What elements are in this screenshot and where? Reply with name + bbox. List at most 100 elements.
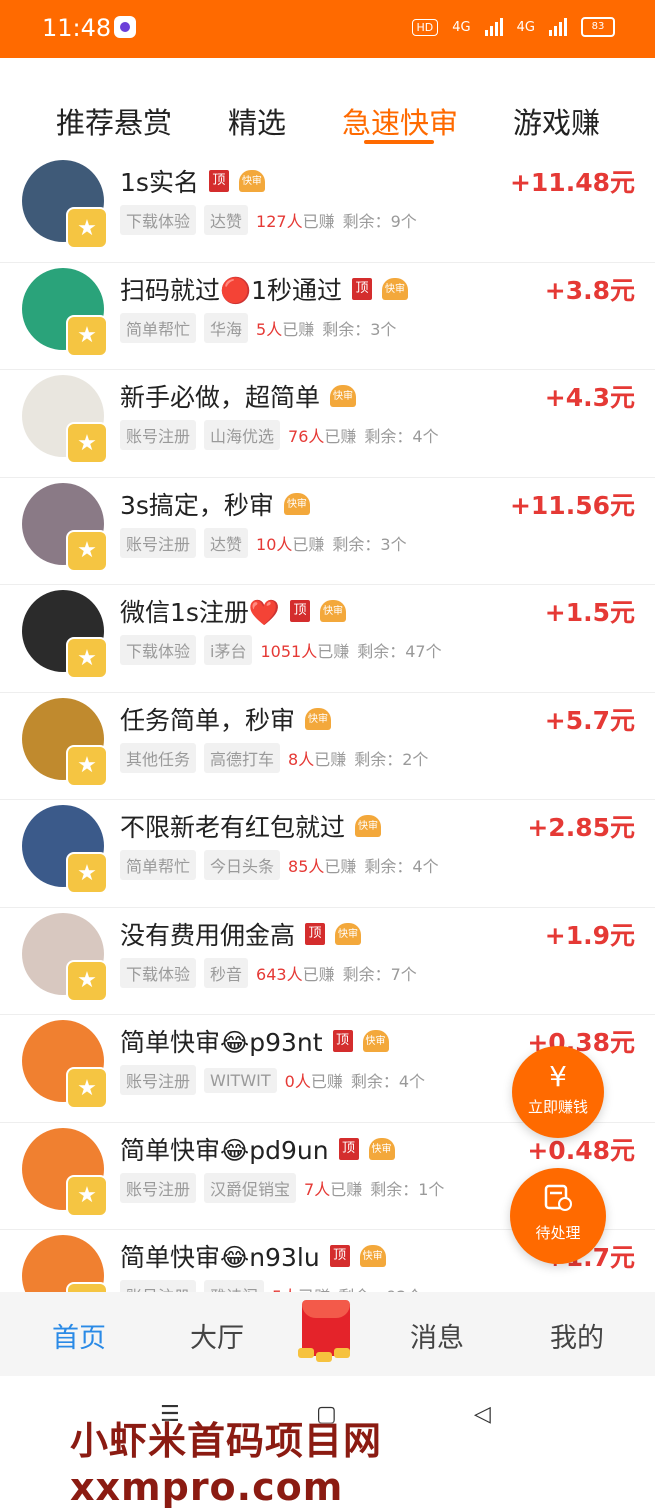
- task-item[interactable]: ★ 微信1s注册❤️ 顶 快审 +1.5元 下载体验 i茅台 1051人已赚 剩…: [0, 585, 655, 693]
- remaining-count: 剩余：9个: [342, 212, 417, 231]
- task-item[interactable]: ★ 扫码就过🔴1秒通过 顶 快审 +3.8元 简单帮忙 华海 5人已赚 剩余：3…: [0, 263, 655, 370]
- remaining-count: 剩余：4个: [350, 1072, 426, 1091]
- fast-review-icon: 快审: [335, 922, 362, 945]
- red-packet-icon[interactable]: [294, 1296, 358, 1364]
- task-category-tag: 下载体验: [120, 205, 197, 235]
- task-title: 没有费用佣金高: [120, 920, 296, 950]
- top-flag-icon: 顶: [208, 170, 229, 192]
- fast-review-icon: 快审: [238, 170, 265, 192]
- remaining-count: 剩余：3个: [332, 534, 407, 554]
- fast-review-icon: 快审: [355, 815, 382, 837]
- earned-count: 127人: [256, 212, 303, 231]
- fast-review-icon: 快审: [362, 1030, 389, 1052]
- task-meta: 简单帮忙 今日头条 85人已赚 剩余：4个: [120, 850, 439, 880]
- star-badge-icon: ★: [66, 1174, 108, 1217]
- pending-label: 待处理: [535, 1224, 581, 1242]
- earn-now-button[interactable]: ¥ 立即赚钱: [512, 1046, 604, 1138]
- pending-button[interactable]: 待处理: [510, 1168, 606, 1264]
- task-meta: 账号注册 达赞 10人已赚 剩余：3个: [120, 527, 407, 558]
- earned-label: 已赚: [310, 1072, 343, 1091]
- status-indicators: HD 4G 4G 83: [411, 17, 615, 37]
- status-time: 11:48: [42, 14, 112, 42]
- nav-home[interactable]: 首页: [52, 1316, 106, 1355]
- task-app-tag: 山海优选: [204, 420, 281, 450]
- top-flag-icon: 顶: [329, 1245, 350, 1267]
- task-meta: 其他任务 高德打车 8人已赚 剩余：2个: [120, 742, 429, 773]
- task-meta: 账号注册 山海优选 76人已赚 剩余：4个: [120, 420, 439, 450]
- task-app-tag: 汉爵促销宝: [204, 1172, 297, 1203]
- task-reward: +1.5元: [544, 598, 635, 627]
- task-meta: 简单帮忙 华海 5人已赚 剩余：3个: [120, 312, 396, 343]
- fast-review-icon: 快审: [330, 385, 357, 407]
- task-reward: +4.3元: [544, 383, 635, 412]
- tab-featured[interactable]: 精选: [228, 100, 286, 142]
- star-badge-icon: ★: [66, 959, 108, 1002]
- nav-messages[interactable]: 消息: [410, 1316, 464, 1355]
- task-item[interactable]: ★ 3s搞定，秒审 快审 +11.56元 账号注册 达赞 10人已赚 剩余：3个: [0, 478, 655, 585]
- remaining-count: 剩余：47个: [357, 642, 442, 661]
- task-app-tag: WITWIT: [204, 1067, 277, 1093]
- star-badge-icon: ★: [66, 207, 108, 249]
- task-item[interactable]: ★ 任务简单，秒审 快审 +5.7元 其他任务 高德打车 8人已赚 剩余：2个: [0, 693, 655, 800]
- remaining-count: 剩余：7个: [342, 964, 417, 984]
- tab-game-earn[interactable]: 游戏赚: [513, 100, 600, 142]
- top-flag-icon: 顶: [290, 600, 311, 622]
- app-notification-icon: [114, 16, 136, 38]
- task-category-tag: 账号注册: [120, 1065, 197, 1095]
- earned-count: 5人: [256, 319, 283, 339]
- title-row: 没有费用佣金高 顶 快审: [120, 916, 362, 952]
- status-bar: 11:48 HD 4G 4G 83: [0, 0, 655, 58]
- task-title: 不限新老有红包就过: [120, 813, 346, 842]
- star-badge-icon: ★: [66, 314, 108, 357]
- fast-review-icon: 快审: [359, 1245, 386, 1267]
- remaining-count: 剩余：2个: [354, 749, 429, 769]
- tab-fast-review[interactable]: 急速快审: [342, 100, 458, 142]
- top-flag-icon: 顶: [352, 277, 373, 300]
- earned-label: 已赚: [282, 319, 315, 339]
- task-meta: 下载体验 i茅台 1051人已赚 剩余：47个: [120, 635, 442, 665]
- task-title: 任务简单，秒审: [120, 705, 296, 735]
- net2-label: 4G: [516, 19, 535, 35]
- title-row: 扫码就过🔴1秒通过 顶 快审: [120, 271, 409, 307]
- star-badge-icon: ★: [66, 422, 108, 464]
- earned-label: 已赚: [330, 1179, 363, 1199]
- task-item[interactable]: ★ 1s实名 顶 快审 +11.48元 下载体验 达赞 127人已赚 剩余：9个: [0, 155, 655, 263]
- task-item[interactable]: ★ 没有费用佣金高 顶 快审 +1.9元 下载体验 秒音 643人已赚 剩余：7…: [0, 908, 655, 1015]
- nav-hall[interactable]: 大厅: [190, 1316, 244, 1355]
- task-category-tag: 其他任务: [120, 742, 197, 773]
- task-title: 简单快审😂p93nt: [120, 1028, 323, 1057]
- category-tabs: 推荐悬赏 精选 急速快审 游戏赚: [0, 58, 655, 154]
- task-app-tag: 华海: [204, 312, 249, 343]
- star-badge-icon: ★: [66, 1067, 108, 1109]
- task-category-tag: 账号注册: [120, 420, 197, 450]
- earned-count: 10人: [256, 534, 293, 554]
- task-app-tag: 达赞: [204, 205, 249, 235]
- task-title: 1s实名: [120, 168, 199, 197]
- nav-profile[interactable]: 我的: [550, 1316, 604, 1355]
- tab-recommended[interactable]: 推荐悬赏: [56, 100, 172, 142]
- signal-icon-2: [549, 18, 567, 36]
- title-row: 微信1s注册❤️ 顶 快审: [120, 593, 347, 629]
- task-category-tag: 简单帮忙: [120, 312, 197, 343]
- top-flag-icon: 顶: [338, 1137, 359, 1160]
- star-badge-icon: ★: [66, 529, 108, 572]
- fast-review-icon: 快审: [368, 1137, 395, 1160]
- task-reward: +3.8元: [544, 275, 635, 305]
- task-app-tag: 今日头条: [204, 850, 281, 880]
- earned-label: 已赚: [314, 749, 347, 769]
- yuan-icon: ¥: [549, 1060, 567, 1093]
- task-item[interactable]: ★ 不限新老有红包就过 快审 +2.85元 简单帮忙 今日头条 85人已赚 剩余…: [0, 800, 655, 908]
- earned-label: 已赚: [317, 642, 350, 661]
- task-title: 3s搞定，秒审: [120, 490, 274, 520]
- task-reward: +11.48元: [509, 168, 635, 197]
- task-reward: +1.9元: [544, 920, 635, 950]
- earned-label: 已赚: [302, 964, 335, 984]
- task-reward: +2.85元: [527, 813, 635, 842]
- task-meta: 下载体验 秒音 643人已赚 剩余：7个: [120, 957, 417, 988]
- task-app-tag: i茅台: [204, 635, 253, 665]
- title-row: 简单快审😂p93nt 顶 快审: [120, 1023, 389, 1059]
- title-row: 简单快审😂n93lu 顶 快审: [120, 1238, 386, 1274]
- earned-count: 643人: [256, 964, 303, 984]
- task-item[interactable]: ★ 新手必做，超简单 快审 +4.3元 账号注册 山海优选 76人已赚 剩余：4…: [0, 370, 655, 478]
- task-category-tag: 账号注册: [120, 527, 197, 558]
